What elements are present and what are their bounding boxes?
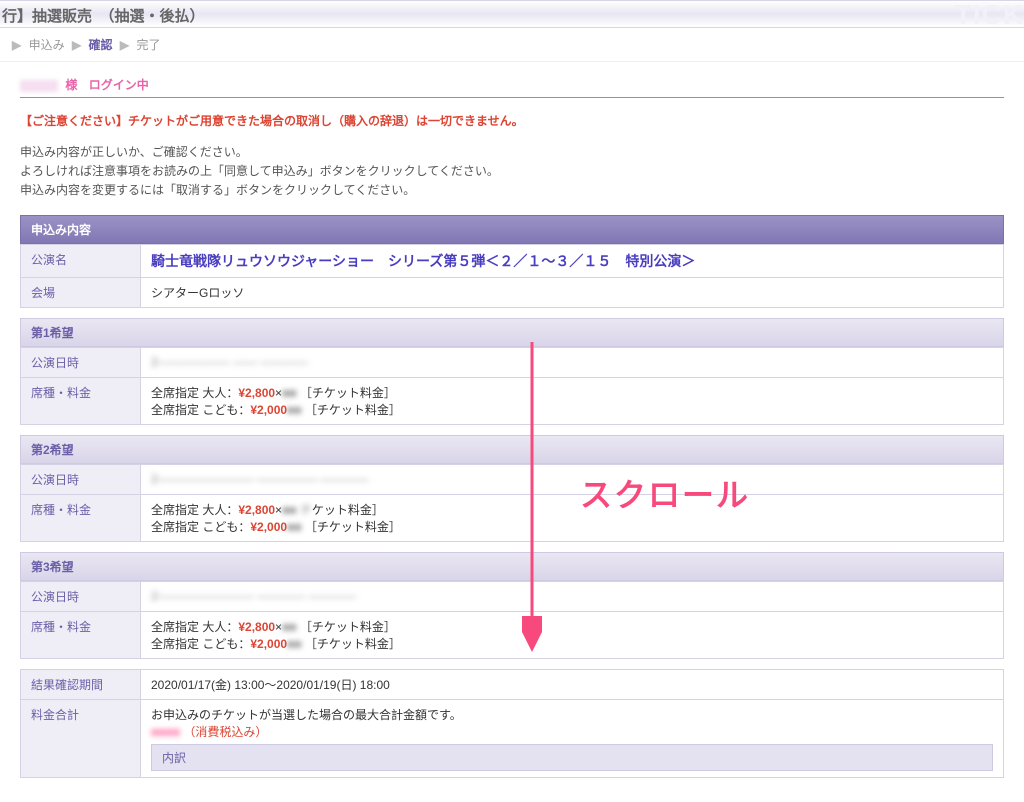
total-price-label: 料金合計 (21, 699, 141, 777)
performance-date-label: 公演日時 (21, 464, 141, 494)
user-honorific: 様 (65, 78, 77, 92)
wish-header-2: 第2希望 (20, 435, 1004, 464)
login-row: 様 ログイン中 (20, 76, 1004, 98)
table-row: 公演日時 2———————— ————— ———— (21, 464, 1004, 494)
total-price-masked: ■■■■ (151, 725, 180, 739)
table-row: 席種・料金 全席指定 大人：¥2,800×■■ チケット料金］ 全席指定 こども… (21, 494, 1004, 541)
table-row: 席種・料金 全席指定 大人：¥2,800×■■ ［チケット料金］ 全席指定 こど… (21, 377, 1004, 424)
chevron-right-icon: ▶ (72, 38, 81, 52)
event-name-label: 公演名 (21, 244, 141, 277)
breadcrumb-step-confirm: 確認 (89, 38, 113, 52)
seat-price-label: 席種・料金 (21, 377, 141, 424)
breakdown-header: 内訳 (151, 744, 993, 771)
venue-value: シアターGロッソ (141, 277, 1004, 307)
page-title: 行】抽選販売 （抽選・後払） (0, 8, 205, 25)
guidance-line: 申込み内容が正しいか、ご確認ください。 (20, 143, 1004, 162)
table-row: 公演名 騎士竜戦隊リュウソウジャーショー シリーズ第５弾＜２／１〜３／１５ 特別… (21, 244, 1004, 277)
table-row: 公演日時 2———————— ———— ———— (21, 581, 1004, 611)
guidance-line: よろしければ注意事項をお読みの上「同意して申込み」ボタンをクリックしてください。 (20, 162, 1004, 181)
wish-header-3: 第3希望 (20, 552, 1004, 581)
wish-header-1: 第1希望 (20, 318, 1004, 347)
seat-price-value: 全席指定 大人：¥2,800×■■ ［チケット料金］ 全席指定 こども：¥2,0… (141, 611, 1004, 658)
result-table: 結果確認期間 2020/01/17(金) 13:00〜2020/01/19(日)… (20, 669, 1004, 778)
result-period-label: 結果確認期間 (21, 669, 141, 699)
logo-ghost-text: TICK (955, 0, 1024, 31)
table-row: 席種・料金 全席指定 大人：¥2,800×■■ ［チケット料金］ 全席指定 こど… (21, 611, 1004, 658)
performance-date-label: 公演日時 (21, 347, 141, 377)
guidance-text: 申込み内容が正しいか、ご確認ください。 よろしければ注意事項をお読みの上「同意し… (20, 143, 1004, 201)
login-status: ログイン中 (89, 78, 149, 92)
guidance-line: 申込み内容を変更するには「取消する」ボタンをクリックしてください。 (20, 181, 1004, 200)
breadcrumb-step-apply: 申込み (29, 38, 65, 52)
page-header: 行】抽選販売 （抽選・後払） TICK (0, 0, 1024, 28)
table-row: 料金合計 お申込みのチケットが当選した場合の最大合計金額です。 ■■■■ （消費… (21, 699, 1004, 777)
seat-price-value: 全席指定 大人：¥2,800×■■ ［チケット料金］ 全席指定 こども：¥2,0… (141, 377, 1004, 424)
section-header-application: 申込み内容 (20, 215, 1004, 244)
performance-date-masked: 2———————— ———— ———— (151, 589, 356, 603)
seat-price-label: 席種・料金 (21, 611, 141, 658)
seat-price-label: 席種・料金 (21, 494, 141, 541)
venue-label: 会場 (21, 277, 141, 307)
breadcrumb: ▶ 申込み ▶ 確認 ▶ 完了 (0, 28, 1024, 62)
total-price-cell: お申込みのチケットが当選した場合の最大合計金額です。 ■■■■ （消費税込み） … (141, 699, 1004, 777)
performance-date-label: 公演日時 (21, 581, 141, 611)
breadcrumb-step-done: 完了 (136, 38, 160, 52)
event-info-table: 公演名 騎士竜戦隊リュウソウジャーショー シリーズ第５弾＜２／１〜３／１５ 特別… (20, 244, 1004, 308)
warning-notice: 【ご注意ください】チケットがご用意できた場合の取消し（購入の辞退）は一切できませ… (20, 112, 1004, 129)
chevron-right-icon: ▶ (12, 38, 21, 52)
wish-table: 公演日時 2———————— ————— ———— 席種・料金 全席指定 大人：… (20, 464, 1004, 542)
seat-price-value: 全席指定 大人：¥2,800×■■ チケット料金］ 全席指定 こども：¥2,00… (141, 494, 1004, 541)
total-price-note: お申込みのチケットが当選した場合の最大合計金額です。 (151, 706, 993, 723)
performance-date-masked: 2—————— —— ———— (151, 355, 308, 369)
table-row: 公演日時 2—————— —— ———— (21, 347, 1004, 377)
chevron-right-icon: ▶ (120, 38, 129, 52)
result-period-value: 2020/01/17(金) 13:00〜2020/01/19(日) 18:00 (141, 669, 1004, 699)
table-row: 会場 シアターGロッソ (21, 277, 1004, 307)
wish-table: 公演日時 2—————— —— ———— 席種・料金 全席指定 大人：¥2,80… (20, 347, 1004, 425)
table-row: 結果確認期間 2020/01/17(金) 13:00〜2020/01/19(日)… (21, 669, 1004, 699)
event-name-value: 騎士竜戦隊リュウソウジャーショー シリーズ第５弾＜２／１〜３／１５ 特別公演＞ (151, 253, 695, 269)
tax-note: （消費税込み） (183, 725, 267, 739)
performance-date-masked: 2———————— ————— ———— (151, 472, 368, 486)
user-name-masked (20, 80, 58, 92)
